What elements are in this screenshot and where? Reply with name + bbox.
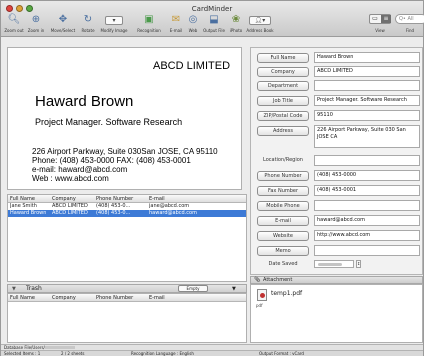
title-bar: CardMinder 🔍︎ Zoom out ⊕ Zoom in ✥ Move/… [1, 1, 424, 37]
trash-list-header: Full Name Company Phone Number E-mail [8, 294, 246, 302]
card-phone-fax: Phone: (408) 453-0000 FAX: (408) 453-000… [32, 156, 191, 165]
memo-field[interactable] [314, 245, 420, 256]
list-view-icon[interactable]: ≡ [381, 15, 391, 23]
attachment-header: 📎︎ Attachment [250, 276, 423, 284]
paperclip-icon: 📎︎ [254, 277, 261, 283]
card-job-title: Project Manager. Software Research [35, 117, 183, 127]
pdf-file-icon[interactable] [257, 289, 267, 301]
email-field-button[interactable]: E-mail [257, 216, 309, 226]
card-view-icon[interactable]: ▭ [370, 15, 380, 23]
redacted-path [45, 346, 75, 349]
find-label-area: Find [405, 28, 415, 33]
zoom-out-icon: 🔍︎ [7, 14, 21, 25]
company-field[interactable]: ABCD LIMITED [314, 66, 420, 77]
fax-button[interactable]: Fax Number [257, 186, 309, 196]
full-name-field[interactable]: Haward Brown [314, 52, 420, 63]
output-format-status: Output Format : vCard [259, 351, 304, 356]
zip-field[interactable]: 95110 [314, 110, 420, 121]
phone-field[interactable]: (408) 453-0000 [314, 170, 420, 181]
modify-image-button[interactable]: ▾ Modify Image [97, 14, 131, 36]
status-bar: Selected Items : 1 2 / 2 sheets Recognit… [1, 350, 423, 356]
rotate-button[interactable]: ↻ Rotate [80, 14, 96, 36]
globe-icon: ◎ [188, 14, 198, 25]
attachment-label: Attachment [263, 277, 293, 283]
location-field[interactable] [314, 155, 420, 166]
business-card-image[interactable]: ABCD LIMITED Haward Brown Project Manage… [7, 47, 242, 190]
address-button[interactable]: Address [257, 126, 309, 136]
column-header-phone[interactable]: Phone Number [96, 195, 146, 203]
cardminder-window: CardMinder 🔍︎ Zoom out ⊕ Zoom in ✥ Move/… [0, 0, 424, 356]
move-select-icon: ✥ [58, 14, 68, 25]
column-header-email[interactable]: E-mail [149, 195, 244, 203]
zoom-in-icon: ⊕ [31, 14, 41, 25]
card-company: ABCD LIMITED [153, 60, 231, 72]
table-row[interactable]: Jane Smith ABCD LIMITED (408) 453-0... j… [8, 203, 246, 210]
mobile-field[interactable] [314, 200, 420, 211]
selected-items-status: Selected Items : 1 [4, 351, 41, 356]
email-field[interactable]: haward@abcd.com [314, 215, 420, 226]
address-book-button[interactable]: 👤︎▾ Address Book [245, 14, 275, 36]
sheets-status: 2 / 2 sheets [61, 351, 85, 356]
empty-trash-button[interactable]: Empty [178, 285, 208, 292]
card-detail-form: Full Name Haward Brown Company ABCD LIMI… [250, 47, 423, 275]
move-select-button[interactable]: ✥ Move/Select [48, 14, 78, 36]
recognition-icon: ▣ [144, 14, 154, 25]
mobile-button[interactable]: Mobile Phone [257, 201, 309, 211]
website-button[interactable]: Website [257, 231, 309, 241]
card-list: Full Name Company Phone Number E-mail Ja… [7, 194, 247, 282]
web-button[interactable]: ◎ Web [186, 14, 200, 36]
website-field[interactable]: http://www.abcd.com [314, 230, 420, 241]
recognition-button[interactable]: ▣ Recognition [132, 14, 166, 36]
location-label: Location/Region [263, 157, 303, 163]
trash-list: Full Name Company Phone Number E-mail [7, 293, 247, 343]
fax-field[interactable]: (408) 453-0001 [314, 185, 420, 196]
window-title: CardMinder [191, 5, 233, 13]
attachment-file-type: pdf [256, 303, 263, 308]
full-name-button[interactable]: Full Name [257, 53, 309, 63]
address-book-dropdown-icon: 👤︎▾ [249, 16, 271, 25]
card-name: Haward Brown [35, 93, 134, 110]
zip-button[interactable]: ZIP/Postal Code [257, 111, 309, 121]
search-input[interactable]: Q• All [395, 14, 424, 24]
job-title-field[interactable]: Project Manager. Software Research [314, 95, 420, 106]
card-list-header: Full Name Company Phone Number E-mail [8, 195, 246, 203]
trash-header: ▼ Trash Empty ▼ [7, 284, 247, 293]
redacted-date [318, 263, 342, 266]
modify-image-dropdown-icon: ▾ [105, 16, 123, 25]
address-field[interactable]: 226 Airport Parkway, Suite 030 San JOSE … [314, 125, 420, 148]
iphoto-button[interactable]: ❀ iPhoto [228, 14, 244, 36]
memo-button[interactable]: Memo [257, 246, 309, 256]
column-header-full-name[interactable]: Full Name [10, 195, 50, 203]
email-button[interactable]: ✉ E-mail [167, 14, 185, 36]
view-label-area: View [375, 28, 385, 33]
trash-label: Trash [26, 285, 42, 292]
department-button[interactable]: Department [257, 81, 309, 91]
output-file-icon: ⬓ [209, 14, 219, 25]
column-header-company[interactable]: Company [52, 195, 94, 203]
attachment-list: temp1.pdf pdf [250, 284, 423, 343]
card-web: Web : www.abcd.com [32, 174, 109, 183]
envelope-icon: ✉ [171, 14, 181, 25]
company-button[interactable]: Company [257, 67, 309, 77]
output-file-button[interactable]: ⬓ Output File [201, 14, 227, 36]
zoom-in-button[interactable]: ⊕ Zoom in [25, 14, 47, 36]
date-stepper[interactable]: ↕ [356, 260, 361, 268]
date-saved-field [314, 260, 354, 268]
department-field[interactable] [314, 80, 420, 91]
disclosure-triangle-icon[interactable]: ▼ [12, 285, 16, 293]
phone-button[interactable]: Phone Number [257, 171, 309, 181]
zoom-out-button[interactable]: 🔍︎ Zoom out [3, 14, 25, 36]
date-saved-label: Date Saved [268, 261, 298, 267]
table-row-selected[interactable]: Haward Brown ABCD LIMITED (408) 453-0...… [8, 210, 246, 217]
recognition-language-status: Recognition Language : English [131, 351, 194, 356]
card-email: e-mail: haward@abcd.com [32, 165, 128, 174]
trash-menu-arrow-icon[interactable]: ▼ [232, 285, 236, 293]
photo-icon: ❀ [231, 14, 241, 25]
job-title-button[interactable]: Job Title [257, 96, 309, 106]
view-toggle[interactable]: ▭ ≡ [369, 14, 391, 24]
attachment-file-name[interactable]: temp1.pdf [271, 290, 302, 297]
rotate-icon: ↻ [83, 14, 93, 25]
card-address: 226 Airport Parkway, Suite 030San JOSE, … [32, 147, 218, 156]
